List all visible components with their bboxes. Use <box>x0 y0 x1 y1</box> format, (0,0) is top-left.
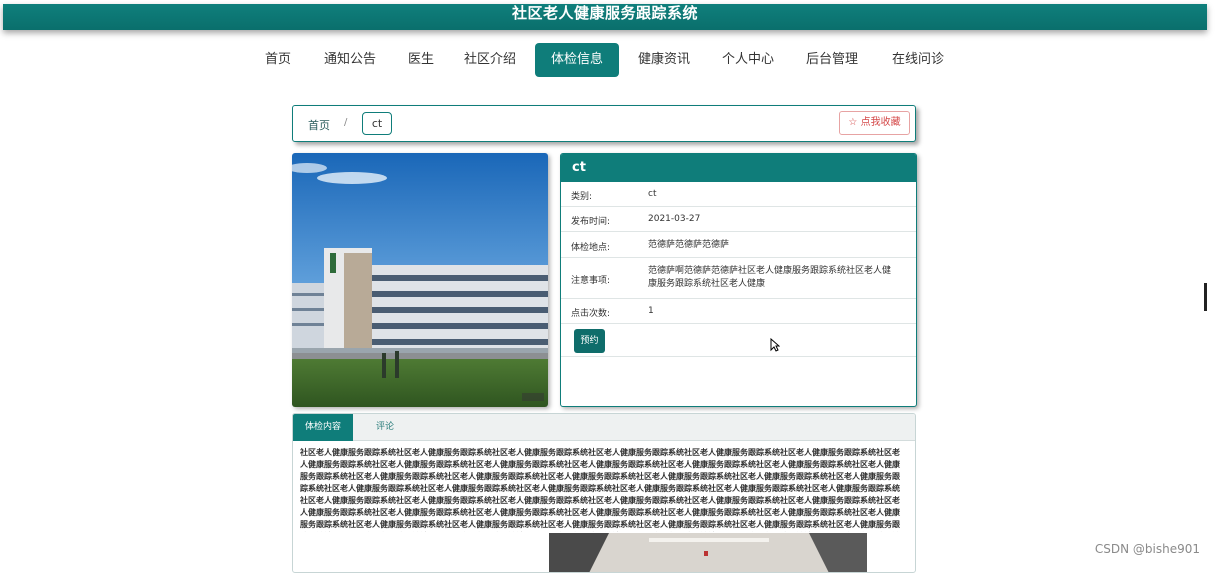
detail-card: ct 类别: ct 发布时间: 2021-03-27 体检地点: 范德萨范德萨范… <box>560 153 917 407</box>
nav-item-checkup-info[interactable]: 体检信息 <box>535 43 619 77</box>
detail-row-location: 体检地点: 范德萨范德萨范德萨 <box>561 232 916 258</box>
nav-item-community[interactable]: 社区介绍 <box>456 43 524 77</box>
breadcrumb-separator: / <box>344 117 348 128</box>
content-image <box>549 533 867 572</box>
building-photo <box>292 153 548 407</box>
checkup-content-text: 社区老人健康服务跟踪系统社区老人健康服务跟踪系统社区老人健康服务跟踪系统社区老人… <box>300 448 900 529</box>
tabs-header: 体检内容 评论 <box>293 414 915 441</box>
detail-value: 范德萨啊范德萨范德萨社区老人健康服务跟踪系统社区老人健康服务跟踪系统社区老人健康 <box>648 266 892 289</box>
nav-item-admin[interactable]: 后台管理 <box>798 43 866 77</box>
detail-row-publish-time: 发布时间: 2021-03-27 <box>561 207 916 232</box>
detail-value: 1 <box>648 306 654 316</box>
site-title: 社区老人健康服务跟踪系统 <box>511 4 698 22</box>
detail-row-clicks: 点击次数: 1 <box>561 299 916 324</box>
book-button[interactable]: 预约 <box>574 329 605 353</box>
detail-row-category: 类别: ct <box>561 182 916 207</box>
detail-label: 类别: <box>571 192 593 202</box>
main-nav: 首页 通知公告 医生 社区介绍 体检信息 健康资讯 个人中心 后台管理 在线问诊 <box>0 43 1215 77</box>
detail-label: 点击次数: <box>571 309 611 319</box>
detail-label: 体检地点: <box>571 243 611 253</box>
breadcrumb-home-link[interactable]: 首页 <box>308 117 330 133</box>
detail-value: ct <box>648 189 657 199</box>
nav-item-doctors[interactable]: 医生 <box>399 43 443 77</box>
nav-item-health-news[interactable]: 健康资讯 <box>630 43 698 77</box>
favorite-button[interactable]: ☆ 点我收藏 <box>839 111 910 135</box>
detail-label: 注意事项: <box>571 276 611 286</box>
detail-label: 发布时间: <box>571 217 611 227</box>
nav-item-consultation[interactable]: 在线问诊 <box>884 43 952 77</box>
tab-comments[interactable]: 评论 <box>355 414 415 441</box>
breadcrumb: 首页 / ct ☆ 点我收藏 <box>292 105 916 142</box>
tabs-panel: 体检内容 评论 社区老人健康服务跟踪系统社区老人健康服务跟踪系统社区老人健康服务… <box>292 413 916 573</box>
tab-checkup-content[interactable]: 体检内容 <box>293 414 353 441</box>
nav-item-profile[interactable]: 个人中心 <box>714 43 782 77</box>
breadcrumb-current: ct <box>362 112 392 135</box>
nav-item-home[interactable]: 首页 <box>257 43 299 77</box>
detail-row-actions <box>561 324 916 357</box>
detail-value: 范德萨范德萨范德萨 <box>648 240 730 250</box>
nav-item-notices[interactable]: 通知公告 <box>316 43 384 77</box>
scroll-indicator[interactable] <box>1204 283 1207 311</box>
detail-value: 2021-03-27 <box>648 214 701 224</box>
csdn-watermark: CSDN @bishe901 <box>1094 542 1200 556</box>
detail-title: ct <box>561 154 916 182</box>
mouse-cursor-icon <box>770 337 781 356</box>
detail-row-notes: 注意事项: 范德萨啊范德萨范德萨社区老人健康服务跟踪系统社区老人健康服务跟踪系统… <box>561 258 916 299</box>
header-bar: 社区老人健康服务跟踪系统 <box>3 4 1207 30</box>
